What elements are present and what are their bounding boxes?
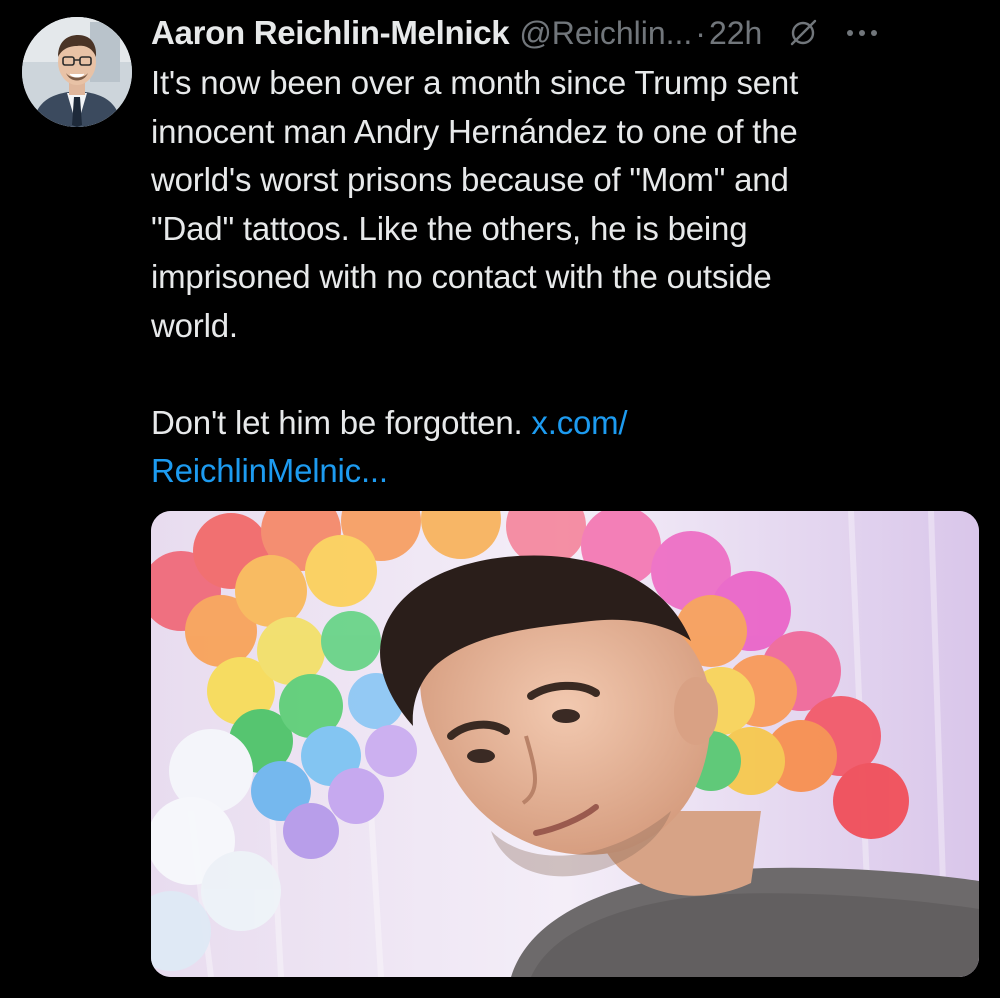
tweet-text-line: "Dad" tattoos. Like the others, he is be… (151, 209, 748, 247)
tweet-header: Aaron Reichlin-Melnick @Reichlin... · 22… (151, 10, 1000, 56)
timestamp[interactable]: 22h (709, 15, 762, 52)
tweet-media-photo[interactable] (151, 511, 979, 977)
author-handle[interactable]: @Reichlin... (519, 15, 692, 52)
slashed-circle-icon[interactable] (788, 18, 818, 48)
tweet[interactable]: Aaron Reichlin-Melnick @Reichlin... · 22… (0, 0, 1000, 998)
separator-dot: · (695, 14, 706, 51)
tweet-text-line: It's now been over a month since Trump s… (151, 64, 799, 101)
tweet-link[interactable]: x.com/ (531, 404, 627, 441)
tweet-text-line: innocent man Andry Hernández to one of t… (151, 112, 798, 150)
tweet-text-line: world's worst prisons because of "Mom" a… (151, 161, 789, 198)
tweet-text-line: ReichlinMelnic... (151, 447, 951, 496)
avatar[interactable] (22, 17, 132, 127)
tweet-text-fragment: Don't let him be forgotten. (151, 403, 532, 441)
author-display-name[interactable]: Aaron Reichlin-Melnick (151, 14, 510, 52)
tweet-text-line: Don't let him be forgotten. x.com/ (151, 399, 951, 448)
tweet-text-line: world. (151, 306, 238, 344)
tweet-text-line: imprisoned with no contact with the outs… (151, 258, 772, 295)
more-options-icon[interactable] (842, 18, 882, 48)
tweet-link-continued[interactable]: ReichlinMelnic... (151, 452, 388, 489)
tweet-text: It's now been over a month since Trump s… (151, 59, 951, 496)
